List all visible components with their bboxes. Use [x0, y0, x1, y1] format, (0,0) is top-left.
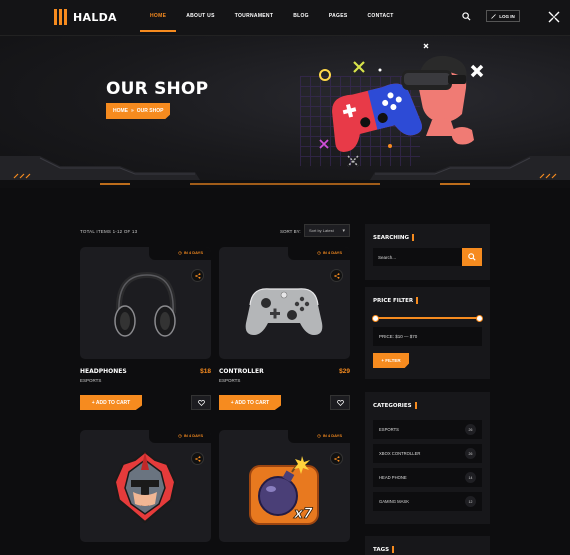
title-accent-bar [416, 297, 419, 304]
category-count: 12 [465, 496, 476, 507]
share-icon[interactable] [191, 452, 204, 465]
product-price: $29 [339, 368, 350, 375]
delivery-badge: ◷ IN 4 DAYS [317, 433, 342, 438]
spartan-helmet-icon [113, 450, 177, 524]
search-submit-button[interactable] [462, 248, 482, 266]
product-category: ESPORTS [80, 378, 102, 383]
tags-widget: TAGS [365, 536, 490, 555]
product-image-frame[interactable]: ◷ IN 4 DAYS [80, 247, 211, 359]
share-icon[interactable] [330, 269, 343, 282]
search-icon [468, 253, 476, 261]
search-widget: SEARCHING [365, 224, 490, 280]
nav-tournament[interactable]: TOURNAMENT [225, 0, 283, 36]
category-count: 14 [465, 472, 476, 483]
gamepad-icon [245, 288, 323, 335]
product-image-frame[interactable]: ◷ IN 4 DAYS [80, 430, 211, 542]
product-card: ◷ IN 4 DAYS CONTROLLER ESPORTS $29 + ADD … [219, 247, 350, 412]
title-accent-bar [414, 402, 417, 409]
nav-pages[interactable]: PAGES [319, 0, 358, 36]
price-range-readout: PRICE: $10 — $70 [373, 327, 482, 346]
product-card: ◷ IN 4 DAYS HEADPHONES ESPORTS $18 + ADD … [80, 247, 211, 412]
product-name[interactable]: CONTROLLER [219, 368, 264, 375]
heart-icon[interactable] [330, 395, 350, 410]
site-header: HALDA HOME ABOUT US TOURNAMENT BLOG PAGE… [0, 0, 570, 36]
title-accent-bar [392, 546, 395, 553]
add-to-cart-button[interactable]: + ADD TO CART [80, 395, 142, 410]
heart-icon[interactable] [191, 395, 211, 410]
logo-bars-icon [54, 9, 68, 25]
share-icon[interactable] [330, 452, 343, 465]
sidebar-search-input[interactable] [373, 248, 463, 266]
product-card: ◷ IN 4 DAYS x7 [219, 430, 350, 555]
breadcrumb-home[interactable]: HOME [113, 108, 128, 114]
login-pencil-icon [491, 13, 497, 19]
widget-title: SEARCHING [373, 234, 415, 241]
brand-name: HALDA [73, 10, 117, 24]
category-count: 26 [465, 448, 476, 459]
chevron-down-icon: ▾ [342, 228, 345, 234]
menu-toggle-icon[interactable] [547, 10, 561, 24]
delivery-badge: ◷ IN 4 DAYS [317, 250, 342, 255]
breadcrumb: HOME » OUR SHOP [106, 103, 171, 119]
clock-icon: ◷ [317, 250, 321, 255]
clock-icon: ◷ [178, 433, 182, 438]
login-label: LOG IN [499, 13, 515, 19]
login-button[interactable]: LOG IN [486, 10, 520, 22]
categories-widget: CATEGORIES ESPORTS 26 XBOX CONTROLLER 26… [365, 392, 490, 524]
widget-title: CATEGORIES [373, 402, 417, 409]
breadcrumb-separator-icon: » [131, 108, 134, 114]
sort-label: SORT BY: [280, 229, 301, 234]
hero-bottom-frame [0, 156, 570, 188]
category-count: 26 [465, 424, 476, 435]
widget-title: PRICE FILTER [373, 297, 419, 304]
delivery-badge: ◷ IN 4 DAYS [178, 250, 203, 255]
title-accent-bar [412, 234, 415, 241]
price-filter-widget: PRICE FILTER PRICE: $10 — $70 + FILTER [365, 287, 490, 379]
product-category: ESPORTS [219, 378, 241, 383]
main-nav: HOME ABOUT US TOURNAMENT BLOG PAGES CONT… [140, 0, 404, 36]
nav-blog[interactable]: BLOG [283, 0, 319, 36]
widget-title: TAGS [373, 546, 395, 553]
category-item[interactable]: ESPORTS 26 [373, 420, 482, 439]
nav-contact[interactable]: CONTACT [357, 0, 403, 36]
nav-about-us[interactable]: ABOUT US [176, 0, 225, 36]
product-price: $18 [200, 368, 211, 375]
clock-icon: ◷ [178, 250, 182, 255]
page-title: OUR SHOP [106, 79, 209, 99]
add-to-cart-button[interactable]: + ADD TO CART [219, 395, 281, 410]
share-icon[interactable] [191, 269, 204, 282]
category-item[interactable]: GAMING MASK 12 [373, 492, 482, 511]
delivery-badge: ◷ IN 4 DAYS [178, 433, 203, 438]
bomb-multiplier-label: x7 [293, 506, 313, 522]
sort-select[interactable]: Sort by Latest ▾ [304, 224, 350, 237]
bomb-icon: x7 [249, 456, 319, 525]
brand-logo[interactable]: HALDA [54, 9, 117, 25]
headphones-icon [114, 271, 177, 337]
sort-value: Sort by Latest [309, 228, 334, 233]
nav-home[interactable]: HOME [140, 0, 177, 36]
header-search-icon[interactable] [462, 12, 472, 22]
breadcrumb-current: OUR SHOP [136, 108, 164, 114]
results-count: TOTAL ITEMS 1-12 OF 13 [80, 229, 138, 234]
hero-banner: OUR SHOP HOME » OUR SHOP [0, 36, 570, 188]
filter-button[interactable]: + FILTER [373, 353, 409, 368]
category-item[interactable]: HEAD PHONE 14 [373, 468, 482, 487]
category-item[interactable]: XBOX CONTROLLER 26 [373, 444, 482, 463]
product-name[interactable]: HEADPHONES [80, 368, 127, 375]
price-range-slider[interactable] [372, 315, 483, 322]
product-image-frame[interactable]: ◷ IN 4 DAYS [219, 247, 350, 359]
clock-icon: ◷ [317, 433, 321, 438]
product-card: ◷ IN 4 DAYS [80, 430, 211, 555]
product-image-frame[interactable]: ◷ IN 4 DAYS x7 [219, 430, 350, 542]
